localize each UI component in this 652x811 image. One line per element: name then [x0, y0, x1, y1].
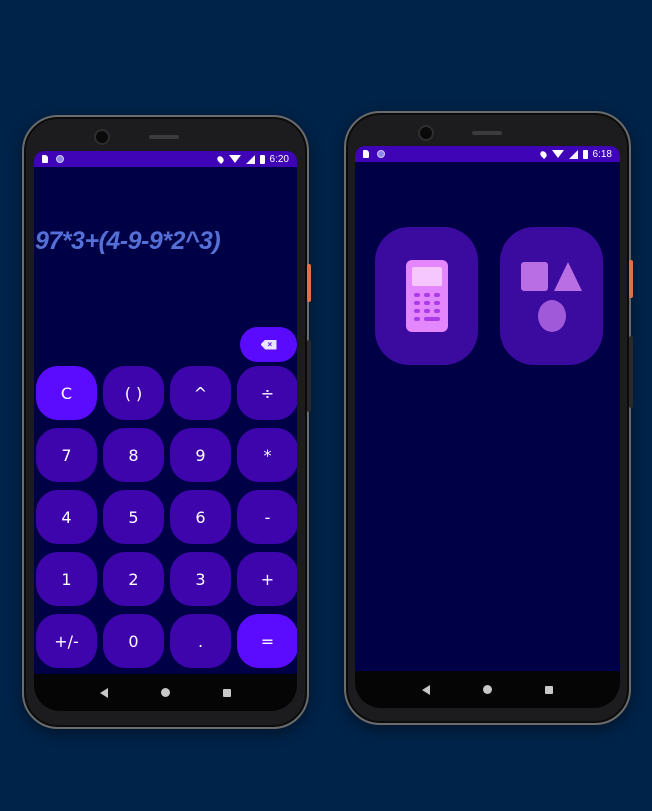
digit-1-button[interactable]: 1 [36, 552, 97, 606]
home-icon[interactable] [160, 688, 170, 697]
calculator-icon [406, 260, 448, 332]
earpiece-speaker [472, 131, 502, 135]
digit-8-button[interactable]: 8 [103, 428, 164, 482]
digit-5-button[interactable]: 5 [103, 490, 164, 544]
calculator-screen: 6:20 97*3+(4-9-9*2^3) × C ( ) ^ ÷ 7 8 9 … [34, 151, 297, 674]
digit-0-button[interactable]: 0 [103, 614, 164, 668]
battery-icon [582, 149, 588, 159]
volume-button [307, 340, 311, 412]
sd-card-icon [363, 150, 369, 158]
location-icon [215, 154, 225, 164]
status-time: 6:20 [269, 153, 289, 165]
digit-3-button[interactable]: 3 [170, 552, 231, 606]
sd-card-icon [42, 155, 48, 163]
digit-4-button[interactable]: 4 [36, 490, 97, 544]
signal-icon [245, 154, 255, 164]
back-icon[interactable] [100, 687, 109, 698]
digit-2-button[interactable]: 2 [103, 552, 164, 606]
back-icon[interactable] [421, 684, 430, 695]
plus-button[interactable]: + [237, 552, 297, 606]
multiply-button[interactable]: * [237, 428, 297, 482]
status-bar: 6:18 [355, 146, 620, 162]
backspace-icon: × [260, 339, 277, 350]
wifi-icon [551, 150, 564, 158]
volume-button [629, 336, 633, 408]
launcher-screen: 6:18 [355, 146, 620, 671]
status-time: 6:18 [592, 148, 612, 160]
power-button [307, 264, 311, 302]
status-bar: 6:20 [34, 151, 297, 167]
minus-button[interactable]: - [237, 490, 297, 544]
digit-6-button[interactable]: 6 [170, 490, 231, 544]
recent-apps-icon[interactable] [222, 688, 231, 697]
power-button [629, 260, 633, 298]
navigation-bar [355, 671, 620, 708]
shapes-tile[interactable] [500, 227, 603, 365]
digit-7-button[interactable]: 7 [36, 428, 97, 482]
navigation-bar [34, 674, 297, 711]
front-camera [418, 125, 434, 141]
wifi-icon [228, 155, 241, 163]
signal-icon [568, 149, 578, 159]
power-operator-button[interactable]: ^ [170, 366, 231, 420]
left-phone: 6:20 97*3+(4-9-9*2^3) × C ( ) ^ ÷ 7 8 9 … [22, 115, 311, 729]
negate-button[interactable]: +/- [36, 614, 97, 668]
battery-icon [259, 154, 265, 164]
recent-apps-icon[interactable] [545, 685, 554, 694]
right-phone: 6:18 [344, 111, 633, 725]
circle-notification-icon [56, 155, 64, 163]
location-icon [538, 149, 548, 159]
backspace-button[interactable]: × [240, 327, 297, 362]
calculator-tile[interactable] [375, 227, 478, 365]
parentheses-button[interactable]: ( ) [103, 366, 164, 420]
digit-9-button[interactable]: 9 [170, 428, 231, 482]
equals-button[interactable]: = [237, 614, 297, 668]
home-icon[interactable] [482, 685, 492, 694]
shapes-icon [521, 262, 582, 332]
decimal-button[interactable]: . [170, 614, 231, 668]
divide-button[interactable]: ÷ [237, 366, 297, 420]
circle-notification-icon [377, 150, 385, 158]
expression-display[interactable]: 97*3+(4-9-9*2^3) [35, 227, 221, 256]
front-camera [94, 129, 110, 145]
earpiece-speaker [149, 135, 179, 139]
clear-button[interactable]: C [36, 366, 97, 420]
